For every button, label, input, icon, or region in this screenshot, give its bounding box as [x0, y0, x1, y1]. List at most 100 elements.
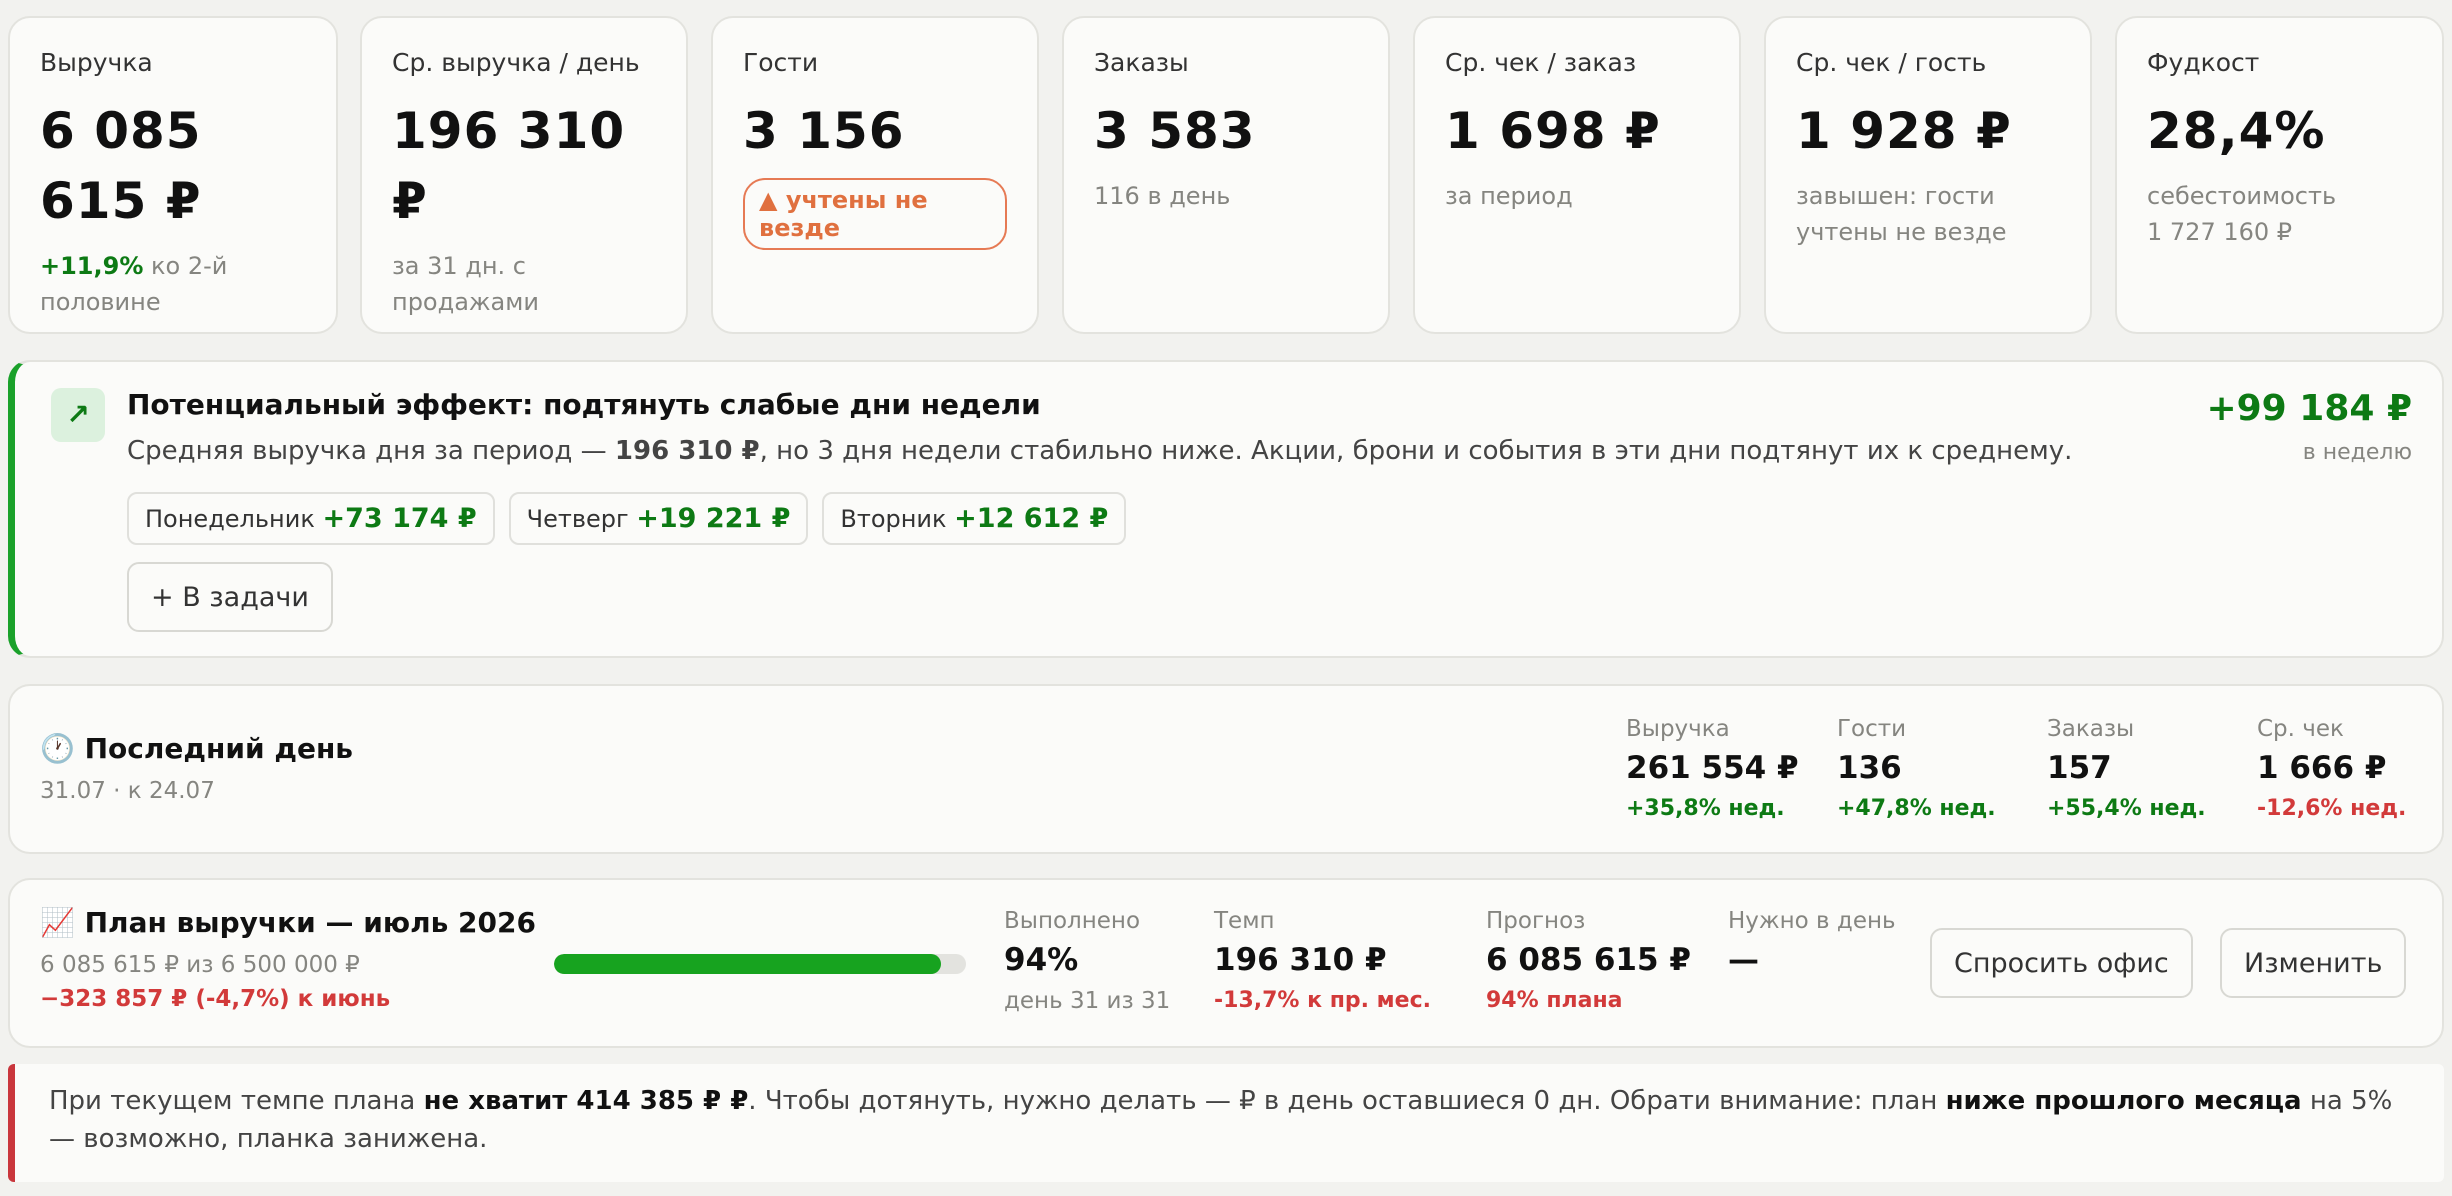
- note-bold: не хватит 414 385 ₽ ₽: [423, 1086, 749, 1116]
- metric-sub: -13,7% к пр. мес.: [1214, 988, 1431, 1013]
- kpi-sub: за период: [1445, 182, 1573, 210]
- kpi-value: 6 085 615 ₽: [40, 102, 202, 230]
- kpi-label: Ср. выручка / день: [392, 48, 640, 77]
- metric-delta: +47,8% нед.: [1837, 796, 1996, 821]
- metric-value: —: [1728, 942, 1759, 978]
- metric-revenue: Выручка 261 554 ₽ +35,8% нед.: [1626, 716, 1799, 821]
- kpi-value: 28,4%: [2147, 102, 2326, 160]
- metric-value: 261 554 ₽: [1626, 750, 1799, 786]
- plan-needed-per-day: Нужно в день —: [1728, 908, 1896, 978]
- revenue-plan-card: 📈 План выручки — июль 2026 6 085 615 ₽ и…: [8, 878, 2444, 1048]
- metric-sub: день 31 из 31: [1004, 988, 1171, 1014]
- last-day-title-text: Последний день: [84, 732, 353, 765]
- kpi-delta: +11,9%: [40, 252, 144, 280]
- metric-value: 6 085 615 ₽: [1486, 942, 1691, 978]
- metric-label: Прогноз: [1486, 908, 1586, 934]
- plan-warning-note: При текущем темпе плана не хватит 414 38…: [8, 1064, 2444, 1182]
- kpi-card-revenue: Выручка 6 085 615 ₽ +11,9% ко 2-й полови…: [8, 16, 338, 334]
- note-bold: ниже прошлого месяца: [1945, 1086, 2302, 1116]
- metric-delta: +55,4% нед.: [2047, 796, 2206, 821]
- metric-label: Темп: [1214, 908, 1275, 934]
- metric-value: 196 310 ₽: [1214, 942, 1387, 978]
- metric-guests: Гости 136 +47,8% нед.: [1837, 716, 1996, 821]
- last-day-card: 🕐 Последний день 31.07 · к 24.07 Выручка…: [8, 684, 2444, 854]
- kpi-sub: себестоимость 1 727 160 ₽: [2147, 178, 2412, 250]
- metric-label: Выполнено: [1004, 908, 1141, 934]
- kpi-label: Гости: [743, 48, 819, 77]
- kpi-card-avg-check-guest: Ср. чек / гость 1 928 ₽ завышен: гости у…: [1764, 16, 2092, 334]
- weekday-chips: Понедельник +73 174 ₽ Четверг +19 221 ₽ …: [127, 492, 1127, 545]
- last-day-title: 🕐 Последний день: [40, 732, 353, 765]
- metric-value: 157: [2047, 750, 2112, 786]
- edit-plan-button[interactable]: Изменить: [2220, 928, 2407, 998]
- plan-subtitle: 6 085 615 ₽ из 6 500 000 ₽: [40, 952, 360, 978]
- plan-title-text: План выручки — июль 2026: [84, 906, 536, 939]
- effect-title: Потенциальный эффект: подтянуть слабые д…: [127, 388, 1041, 421]
- ask-office-button[interactable]: Спросить офис: [1930, 928, 2193, 998]
- metric-label: Заказы: [2047, 716, 2135, 742]
- trend-up-arrow-icon: ↗: [51, 388, 105, 442]
- weekday-name: Вторник: [840, 505, 947, 533]
- plan-delta: −323 857 ₽ (-4,7%) к июнь: [40, 986, 391, 1012]
- kpi-label: Ср. чек / заказ: [1445, 48, 1637, 77]
- effect-text-part: Средняя выручка дня за период —: [127, 436, 615, 466]
- plan-title: 📈 План выручки — июль 2026: [40, 906, 536, 939]
- kpi-sub: 116 в день: [1094, 182, 1231, 210]
- plan-progress-fill: [554, 954, 942, 974]
- metric-value: 1 666 ₽: [2257, 750, 2387, 786]
- weekday-chip: Вторник +12 612 ₽: [822, 492, 1127, 545]
- kpi-label: Заказы: [1094, 48, 1189, 77]
- chart-up-icon: 📈: [40, 906, 75, 939]
- weekday-value: +19 221 ₽: [636, 503, 791, 534]
- kpi-label: Фудкост: [2147, 48, 2260, 77]
- kpi-card-avg-revenue-day: Ср. выручка / день 196 310 ₽ за 31 дн. с…: [360, 16, 688, 334]
- kpi-card-avg-check-order: Ср. чек / заказ 1 698 ₽ за период: [1413, 16, 1741, 334]
- metric-avg-check: Ср. чек 1 666 ₽ -12,6% нед.: [2257, 716, 2406, 821]
- kpi-sub: завышен: гости учтены не везде: [1796, 182, 2007, 246]
- weekday-chip: Понедельник +73 174 ₽: [127, 492, 495, 545]
- metric-delta: -12,6% нед.: [2257, 796, 2407, 821]
- note-text: . Чтобы дотянуть, нужно делать — ₽ в ден…: [748, 1086, 1946, 1116]
- weekday-name: Понедельник: [145, 505, 315, 533]
- metric-value: 94%: [1004, 942, 1079, 978]
- kpi-value: 3 583: [1094, 102, 1256, 160]
- effect-amount: +99 184 ₽: [2206, 388, 2412, 429]
- plan-progress-bar: [554, 954, 966, 974]
- effect-period: в неделю: [2302, 440, 2412, 465]
- plan-done: Выполнено 94% день 31 из 31: [1004, 908, 1170, 1014]
- kpi-sub-line-2: 1 727 160 ₽: [2147, 218, 2293, 246]
- weekday-chip: Четверг +19 221 ₽: [508, 492, 809, 545]
- kpi-value: 196 310 ₽: [392, 102, 626, 230]
- kpi-sub: +11,9% ко 2-й половине: [40, 248, 306, 320]
- metric-label: Выручка: [1626, 716, 1730, 742]
- effect-text-bold: 196 310 ₽: [614, 436, 760, 466]
- plan-forecast: Прогноз 6 085 615 ₽ 94% плана: [1486, 908, 1691, 1013]
- add-to-tasks-button[interactable]: + В задачи: [127, 562, 333, 632]
- kpi-sub: за 31 дн. с продажами: [392, 252, 539, 316]
- potential-effect-card: ↗ Потенциальный эффект: подтянуть слабые…: [8, 360, 2444, 658]
- plan-pace: Темп 196 310 ₽ -13,7% к пр. мес.: [1214, 908, 1431, 1013]
- weekday-name: Четверг: [526, 505, 629, 533]
- kpi-card-guests: Гости 3 156 ▲ учтены не везде: [711, 16, 1039, 334]
- kpi-value: 3 156: [743, 102, 905, 160]
- kpi-value: 1 698 ₽: [1445, 102, 1661, 160]
- effect-text-part: , но 3 дня недели стабильно ниже. Акции,…: [759, 436, 2073, 466]
- kpi-card-foodcost: Фудкост 28,4% себестоимость 1 727 160 ₽: [2115, 16, 2444, 334]
- last-day-subtitle: 31.07 · к 24.07: [40, 778, 215, 804]
- clock-icon: 🕐: [40, 732, 75, 765]
- metric-label: Нужно в день: [1728, 908, 1896, 934]
- metric-value: 136: [1837, 750, 1902, 786]
- note-text: При текущем темпе плана: [49, 1086, 424, 1116]
- metric-sub: 94% плана: [1486, 988, 1623, 1013]
- metric-orders: Заказы 157 +55,4% нед.: [2047, 716, 2206, 821]
- metric-delta: +35,8% нед.: [1626, 796, 1785, 821]
- kpi-card-orders: Заказы 3 583 116 в день: [1062, 16, 1390, 334]
- warning-badge: ▲ учтены не везде: [743, 178, 1007, 250]
- weekday-value: +12 612 ₽: [954, 503, 1109, 534]
- effect-description: Средняя выручка дня за период — 196 310 …: [127, 436, 2072, 466]
- kpi-sub-line: себестоимость: [2147, 182, 2337, 210]
- kpi-value: 1 928 ₽: [1796, 102, 2012, 160]
- metric-label: Ср. чек: [2257, 716, 2344, 742]
- kpi-label: Ср. чек / гость: [1796, 48, 1987, 77]
- weekday-value: +73 174 ₽: [322, 503, 477, 534]
